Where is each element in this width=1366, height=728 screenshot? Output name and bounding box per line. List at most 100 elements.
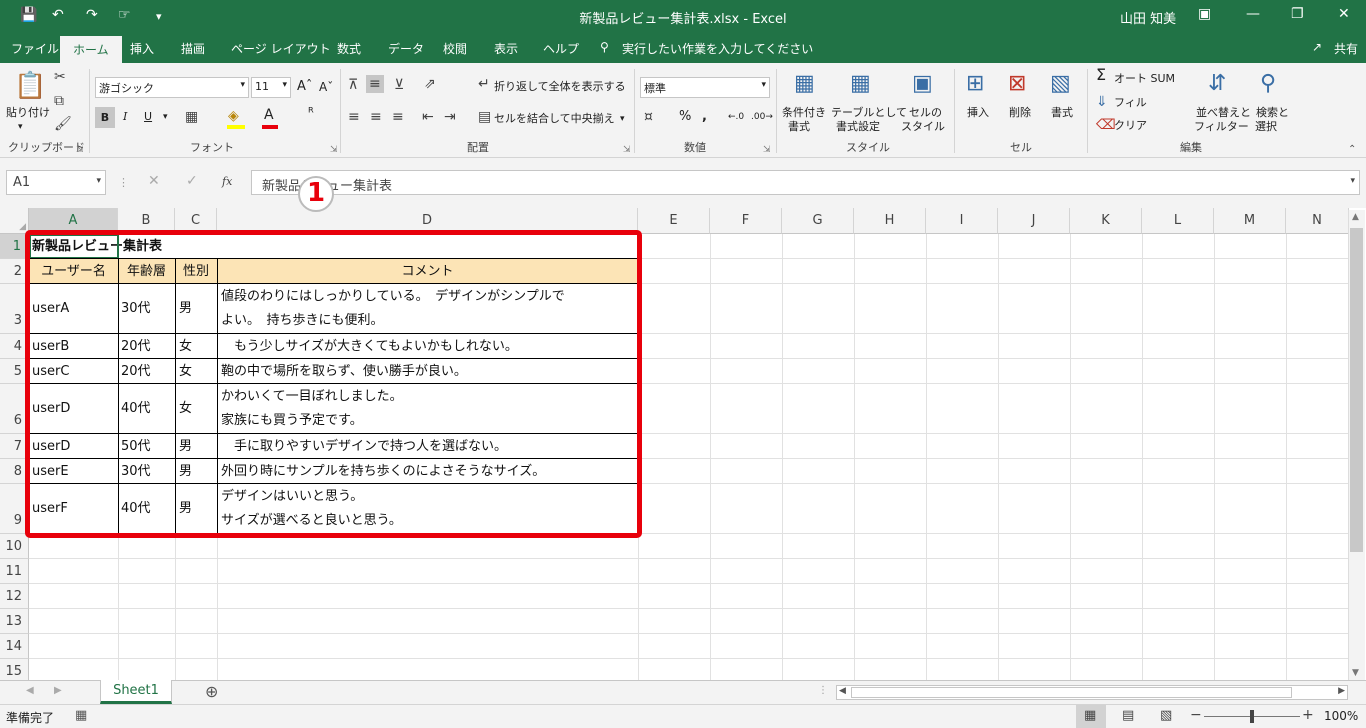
row-header-11[interactable]: 11 xyxy=(0,559,29,584)
font-size-field[interactable]: 11 ▾ xyxy=(251,77,291,98)
tell-me-box[interactable]: 実行したい作業を入力してください xyxy=(622,40,813,57)
cell-comment-line2[interactable]: サイズが選べると良いと思う。 xyxy=(221,508,402,533)
next-sheet-icon[interactable]: ▶ xyxy=(54,685,62,696)
page-layout-view-icon[interactable]: ▤ xyxy=(1122,708,1134,723)
cell-sex[interactable]: 男 xyxy=(179,434,192,459)
horizontal-scrollbar[interactable]: ◀ ▶ xyxy=(836,685,1348,700)
cell-sex[interactable]: 女 xyxy=(179,396,192,421)
cell-age[interactable]: 30代 xyxy=(121,296,151,321)
alignment-launcher-icon[interactable]: ⇲ xyxy=(623,143,631,157)
worksheet-grid[interactable]: ◢ A B C D E F G H I J K L M N 1 2 3 4 5 … xyxy=(0,208,1366,680)
italic-button[interactable]: I xyxy=(123,110,127,124)
row-header-5[interactable]: 5 xyxy=(0,359,29,384)
header-sex[interactable]: 性別 xyxy=(175,259,217,284)
align-top-icon[interactable]: ⊼ xyxy=(348,77,358,93)
tab-formulas[interactable]: 数式 xyxy=(337,40,361,57)
cell-sex[interactable]: 男 xyxy=(179,296,192,321)
row-header-14[interactable]: 14 xyxy=(0,634,29,659)
percent-icon[interactable]: % xyxy=(679,110,691,124)
scroll-right-icon[interactable]: ▶ xyxy=(1338,686,1345,696)
find-select-button[interactable]: 検索と xyxy=(1256,106,1289,120)
column-header-c[interactable]: C xyxy=(175,208,217,234)
column-header-i[interactable]: I xyxy=(926,208,998,234)
share-button[interactable]: 共有 xyxy=(1334,40,1358,57)
cell-comment[interactable]: 手に取りやすいデザインで持つ人を選ばない。 xyxy=(221,434,507,459)
close-icon[interactable]: ✕ xyxy=(1338,6,1350,22)
increase-indent-icon[interactable]: ⇥ xyxy=(444,109,456,125)
cell-comment[interactable]: 値段のわりにはしっかりしている。 デザインがシンプルで xyxy=(221,284,565,309)
tab-home[interactable]: ホーム xyxy=(60,36,122,65)
conditional-format-button[interactable]: 条件付き xyxy=(782,106,826,120)
row-header-6[interactable]: 6 xyxy=(0,384,29,434)
fill-color-icon[interactable]: ◈ xyxy=(228,108,239,124)
column-header-m[interactable]: M xyxy=(1214,208,1286,234)
font-name-field[interactable]: 游ゴシック ▾ xyxy=(95,77,249,98)
column-header-d[interactable]: D xyxy=(217,208,638,234)
zoom-slider-handle[interactable] xyxy=(1250,710,1254,723)
currency-icon[interactable]: ¤ xyxy=(644,109,653,125)
cut-icon[interactable]: ✂ xyxy=(54,69,66,85)
column-header-g[interactable]: G xyxy=(782,208,854,234)
clear-button[interactable]: クリア xyxy=(1114,119,1147,133)
decrease-font-icon[interactable]: Aˇ xyxy=(319,80,333,94)
decrease-indent-icon[interactable]: ⇤ xyxy=(422,109,434,125)
copy-icon[interactable]: ⧉ xyxy=(54,93,64,109)
cell-sex[interactable]: 男 xyxy=(179,459,192,484)
tab-insert[interactable]: 挿入 xyxy=(130,40,154,57)
align-left-icon[interactable]: ≡ xyxy=(348,109,360,125)
align-center-icon[interactable]: ≡ xyxy=(370,109,382,125)
fill-icon[interactable]: ⇓ xyxy=(1096,94,1108,110)
row-header-10[interactable]: 10 xyxy=(0,534,29,559)
column-header-e[interactable]: E xyxy=(638,208,710,234)
page-break-view-icon[interactable]: ▧ xyxy=(1160,708,1172,723)
column-header-n[interactable]: N xyxy=(1286,208,1349,234)
clear-icon[interactable]: ⌫ xyxy=(1096,117,1116,133)
cell-comment-line2[interactable]: よい。 持ち歩きにも便利。 xyxy=(221,308,384,333)
ribbon-options-icon[interactable]: ▣ xyxy=(1198,6,1211,22)
cell-comment[interactable]: デザインはいいと思う。 xyxy=(221,484,363,509)
cell-user[interactable]: userF xyxy=(32,496,68,521)
tab-split-icon[interactable]: ⋮ xyxy=(818,685,828,696)
cell-sex[interactable]: 男 xyxy=(179,496,192,521)
header-user[interactable]: ユーザー名 xyxy=(29,259,118,284)
zoom-in-icon[interactable]: + xyxy=(1302,707,1314,723)
select-all-button[interactable]: ◢ xyxy=(0,208,29,234)
cell-user[interactable]: userE xyxy=(32,459,69,484)
cell-user[interactable]: userA xyxy=(32,296,69,321)
sort-filter-button[interactable]: 並べ替えと xyxy=(1196,106,1251,120)
cancel-entry-icon[interactable]: ✕ xyxy=(148,174,160,188)
row-header-8[interactable]: 8 xyxy=(0,459,29,484)
cell-age[interactable]: 30代 xyxy=(121,459,151,484)
zoom-out-icon[interactable]: − xyxy=(1190,707,1202,723)
font-launcher-icon[interactable]: ⇲ xyxy=(330,143,338,157)
clipboard-launcher-icon[interactable]: ⇲ xyxy=(76,143,84,157)
increase-font-icon[interactable]: Aˆ xyxy=(297,80,312,94)
merge-center-button[interactable]: セルを結合して中央揃え xyxy=(494,112,615,126)
column-header-h[interactable]: H xyxy=(854,208,926,234)
tab-view[interactable]: 表示 xyxy=(494,40,518,57)
header-age[interactable]: 年齢層 xyxy=(118,259,175,284)
user-name[interactable]: 山田 知美 xyxy=(1120,8,1176,27)
align-middle-icon[interactable]: ≡ xyxy=(366,75,384,93)
name-box[interactable]: A1 ▾ xyxy=(6,170,106,195)
cell-styles-button[interactable]: セルの xyxy=(909,106,942,120)
search-icon[interactable]: ⚲ xyxy=(600,40,609,54)
minimize-icon[interactable]: — xyxy=(1246,6,1260,22)
scroll-up-icon[interactable]: ▲ xyxy=(1352,212,1359,222)
increase-decimal-icon[interactable]: ←.0 xyxy=(728,110,744,124)
cell-user[interactable]: userD xyxy=(32,396,70,421)
row-header-4[interactable]: 4 xyxy=(0,334,29,359)
cell-user[interactable]: userD xyxy=(32,434,70,459)
format-painter-icon[interactable]: 🖌 xyxy=(54,116,72,132)
row-header-13[interactable]: 13 xyxy=(0,609,29,634)
cell-comment[interactable]: かわいくて一目ぼれしました。 xyxy=(221,384,403,409)
header-comment[interactable]: コメント xyxy=(217,259,638,284)
prev-sheet-icon[interactable]: ◀ xyxy=(26,685,34,696)
insert-function-button[interactable]: fx xyxy=(222,175,232,189)
column-header-a[interactable]: A xyxy=(29,208,118,234)
row-header-2[interactable]: 2 xyxy=(0,259,29,284)
add-sheet-icon[interactable]: ⊕ xyxy=(205,682,218,701)
restore-icon[interactable]: ❐ xyxy=(1291,6,1304,22)
merge-dropdown-icon[interactable]: ▾ xyxy=(620,112,625,126)
sheet-tab-sheet1[interactable]: Sheet1 xyxy=(100,680,172,704)
